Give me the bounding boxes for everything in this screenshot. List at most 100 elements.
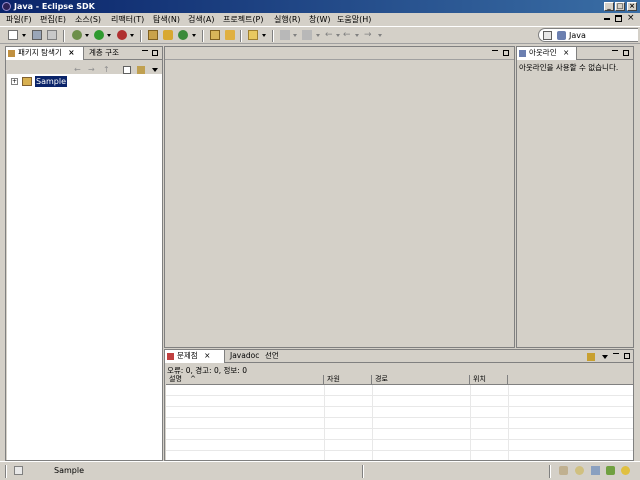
minimize-view-icon[interactable] <box>612 50 618 52</box>
toolbar-separator <box>140 30 142 42</box>
maximize-view-icon[interactable] <box>503 50 509 56</box>
debug-dropdown-icon[interactable] <box>85 34 89 37</box>
trim-icon-1[interactable] <box>559 466 568 475</box>
new-class-icon[interactable] <box>178 30 188 40</box>
run-icon[interactable] <box>94 30 104 40</box>
run-dropdown-icon[interactable] <box>107 34 111 37</box>
outline-view: 아웃라인 × 아웃라인을 사용할 수 없습니다. <box>516 46 634 348</box>
outline-tabbar: 아웃라인 × <box>517 47 633 60</box>
view-menu-icon[interactable] <box>152 68 158 72</box>
open-perspective-icon[interactable] <box>543 31 552 40</box>
menu-bar: 파일(F) 편집(E) 소스(S) 리팩터(T) 탐색(N) 검색(A) 프로젝… <box>0 13 640 26</box>
open-folder-dropdown-icon[interactable] <box>262 34 266 37</box>
maximize-view-icon[interactable] <box>152 50 158 56</box>
fast-view-icon[interactable] <box>14 466 23 475</box>
tab-hierarchy[interactable]: 계층 구조 <box>86 47 119 60</box>
tab-outline[interactable]: 아웃라인 × <box>517 47 577 60</box>
package-explorer-view: 패키지 탐색기 × 계층 구조 ← → ↑ + Sample <box>5 46 163 461</box>
minimize-button[interactable]: _ <box>604 2 614 11</box>
forward-icon[interactable]: → <box>88 65 95 74</box>
next-annotation-icon[interactable] <box>280 30 290 40</box>
problems-tabbar: 문제점 × Javadoc 선언 <box>165 350 633 363</box>
tab-package-explorer[interactable]: 패키지 탐색기 × <box>6 47 84 60</box>
window-restore-icon[interactable] <box>615 15 622 22</box>
menu-file[interactable]: 파일(F) <box>6 14 32 25</box>
new-package-icon[interactable] <box>163 30 173 40</box>
new-java-project-icon[interactable] <box>148 30 158 40</box>
minimize-view-icon[interactable] <box>613 353 619 355</box>
debug-icon[interactable] <box>72 30 82 40</box>
menu-window[interactable]: 창(W) <box>309 14 331 25</box>
column-location[interactable]: 위치 <box>470 375 508 384</box>
java-perspective-button[interactable]: Java <box>569 30 586 41</box>
forward-icon[interactable]: → <box>364 30 374 40</box>
maximize-view-icon[interactable] <box>623 50 629 56</box>
prev-annotation-dropdown-icon[interactable] <box>316 34 320 37</box>
new-icon[interactable] <box>8 30 18 40</box>
menu-run[interactable]: 실행(R) <box>274 14 301 25</box>
perspective-bar: Java <box>538 28 638 42</box>
window-close-icon[interactable]: × <box>627 14 635 23</box>
close-button[interactable]: × <box>627 2 637 11</box>
external-tools-icon[interactable] <box>117 30 127 40</box>
maximize-view-icon[interactable] <box>624 353 630 359</box>
up-icon[interactable]: ↑ <box>103 65 110 74</box>
tree-item-sample[interactable]: Sample <box>35 76 67 87</box>
menu-search[interactable]: 검색(A) <box>188 14 214 25</box>
window-min-icon[interactable] <box>604 18 610 20</box>
next-annotation-dropdown-icon[interactable] <box>293 34 297 37</box>
external-tools-dropdown-icon[interactable] <box>130 34 134 37</box>
tree-expander[interactable]: + <box>11 78 18 85</box>
save-icon[interactable] <box>32 30 42 40</box>
table-row <box>166 417 633 418</box>
search-icon[interactable] <box>225 30 235 40</box>
trim-icon-5[interactable] <box>621 466 630 475</box>
status-separator <box>5 465 7 478</box>
filter-icon[interactable] <box>587 353 595 361</box>
new-dropdown-icon[interactable] <box>22 34 26 37</box>
status-bar: Sample <box>0 461 640 480</box>
problems-view: 문제점 × Javadoc 선언 오류: 0, 경고: 0, 정보: 0 설명 … <box>164 349 634 461</box>
tab-close-icon[interactable]: × <box>68 48 74 57</box>
menu-help[interactable]: 도움말(H) <box>337 14 371 25</box>
tab-close-icon[interactable]: × <box>204 351 210 360</box>
back-icon[interactable]: ← <box>74 65 81 74</box>
menu-navigate[interactable]: 탐색(N) <box>153 14 180 25</box>
menu-project[interactable]: 프로젝트(P) <box>223 14 264 25</box>
table-row <box>166 395 633 396</box>
menu-refactor[interactable]: 리팩터(T) <box>111 14 144 25</box>
tab-outline-label: 아웃라인 <box>529 48 557 57</box>
column-resource[interactable]: 자원 <box>324 375 372 384</box>
trim-icon-2[interactable] <box>575 466 584 475</box>
new-class-dropdown-icon[interactable] <box>192 34 196 37</box>
collapse-all-icon[interactable] <box>123 66 131 74</box>
link-with-editor-icon[interactable] <box>137 66 145 74</box>
maximize-button[interactable]: □ <box>615 2 625 11</box>
trim-icon-4[interactable] <box>606 466 615 475</box>
open-type-icon[interactable] <box>210 30 220 40</box>
menu-edit[interactable]: 편집(E) <box>40 14 66 25</box>
trim-icon-3[interactable] <box>591 466 600 475</box>
prev-annotation-icon[interactable] <box>302 30 312 40</box>
tab-declaration[interactable]: 선언 <box>262 350 279 363</box>
history-back-dropdown-icon[interactable] <box>355 34 359 37</box>
tab-close-icon[interactable]: × <box>563 48 569 57</box>
open-folder-icon[interactable] <box>248 30 258 40</box>
editor-area <box>164 46 515 348</box>
column-description[interactable]: 설명 ^ <box>166 375 324 384</box>
minimize-view-icon[interactable] <box>142 50 148 52</box>
minimize-view-icon[interactable] <box>492 50 498 52</box>
menu-source[interactable]: 소스(S) <box>75 14 101 25</box>
view-menu-icon[interactable] <box>602 355 608 359</box>
column-path[interactable]: 경로 <box>372 375 470 384</box>
forward-dropdown-icon[interactable] <box>378 34 382 37</box>
column-path-label: 경로 <box>375 375 388 383</box>
package-explorer-tabbar: 패키지 탐색기 × 계층 구조 <box>6 47 162 60</box>
tab-problems[interactable]: 문제점 × <box>165 350 225 363</box>
title-bar: Java - Eclipse SDK _ □ × <box>0 0 640 13</box>
history-back-icon[interactable]: ← <box>343 30 353 40</box>
back-icon[interactable]: ← <box>325 30 335 40</box>
tab-javadoc[interactable]: Javadoc <box>227 350 259 363</box>
back-dropdown-icon[interactable] <box>336 34 340 37</box>
print-icon[interactable] <box>47 30 57 40</box>
